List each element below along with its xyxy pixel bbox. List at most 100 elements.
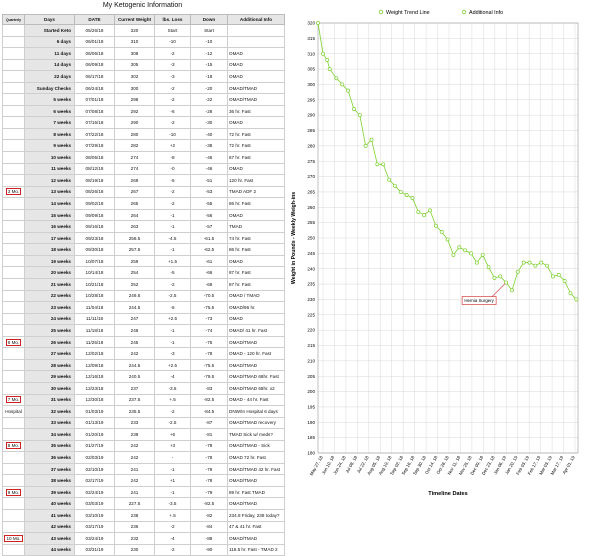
data-point: [562, 279, 567, 283]
table-cell: [2, 47, 25, 60]
data-point: [375, 162, 380, 167]
table-cell: -28: [190, 104, 228, 118]
y-tick-label: 185: [307, 435, 315, 440]
table-cell: [2, 278, 25, 291]
column-header: lbs. Loss: [154, 14, 191, 25]
table-cell: +1: [154, 474, 191, 487]
table-cell: 10 weeks: [24, 151, 75, 164]
table-cell: 01/13/19: [74, 416, 115, 430]
table-cell: OMAD - 44 hr. Fast: [227, 393, 285, 407]
table-cell: OMAD/96 hr.: [227, 301, 285, 314]
table-cell: -15: [190, 58, 228, 72]
table-cell: OMAD: [227, 58, 285, 72]
table-cell: 33 weeks: [24, 416, 75, 430]
y-tick-label: 215: [307, 343, 315, 348]
table-cell: 38 weeks: [24, 474, 75, 487]
column-header: Additional Info: [227, 14, 285, 25]
table-cell: 247: [114, 312, 155, 326]
table-cell: 25 weeks: [24, 324, 75, 337]
y-tick-label: 315: [307, 36, 315, 41]
y-tick-label: 210: [307, 358, 315, 363]
table-cell: -46: [190, 162, 228, 176]
table-cell: -57: [190, 220, 228, 233]
table-cell: 05/26/18: [74, 24, 115, 37]
table-row: 34 weeks 01/20/19 239 +6 -81 TMAD Sick w/ med…: [2, 428, 285, 441]
table-cell: 30 weeks: [24, 381, 75, 395]
column-header: Days: [24, 14, 75, 25]
table-cell: OMAD/ 41 hr. Fast: [227, 324, 285, 337]
data-point: [469, 251, 473, 256]
table-cell: -8: [154, 151, 191, 164]
table-cell: 29 weeks: [24, 370, 75, 383]
table-cell: 257.5: [114, 243, 155, 256]
table-cell: OMAD: [227, 70, 285, 83]
table-cell: 07/22/18: [74, 127, 115, 141]
table-cell: 8 weeks: [24, 127, 75, 141]
table-cell: [2, 162, 25, 176]
table-row: 14 weeks 09/02/18 265 -2 -55 86 hr. Fast: [2, 197, 285, 210]
table-cell: OMAD: [227, 312, 285, 326]
table-row: 22 weeks 10/28/18 249.5 -2.5 -70.5 OMAD / TMA…: [2, 289, 285, 303]
table-cell: -3: [154, 347, 191, 360]
table-cell: OMAD / TMAD: [227, 289, 285, 303]
y-tick-label: 240: [307, 266, 315, 271]
table-cell: 22 days: [24, 70, 75, 83]
table-cell: -82: [190, 508, 228, 522]
table-cell: 241: [114, 462, 155, 476]
table-row: 30 weeks 12/23/18 237 -3.5 -83 OMAD/TMAD 68hr…: [2, 381, 285, 395]
data-point: [463, 248, 468, 253]
table-cell: 235.5: [114, 405, 155, 418]
table-cell: 23 weeks: [24, 301, 75, 314]
table-cell: OMAD/TMAD: [227, 335, 285, 349]
data-point: [325, 57, 330, 62]
table-cell: 12/02/18: [74, 347, 115, 360]
data-point: [574, 297, 579, 302]
data-point: [369, 137, 374, 142]
table-cell: 12/09/18: [74, 358, 115, 372]
table-row: 11 days 06/06/18 308 -2 -12 OMAD: [2, 47, 285, 60]
table-cell: 47 & 41 hr. Fast: [227, 520, 285, 534]
table-cell: 37 weeks: [24, 462, 75, 476]
table-cell: 274: [114, 162, 155, 176]
y-tick-label: 300: [307, 82, 315, 87]
legend-marker: [378, 9, 384, 15]
y-tick-label: 260: [307, 205, 315, 210]
table-cell: 242: [114, 451, 155, 464]
data-point: [445, 237, 450, 242]
table-row: 24 weeks 11/11/18 247 +2.5 -73 OMAD: [2, 312, 285, 326]
table-cell: -40: [190, 127, 228, 141]
table-cell: 72 hr. Fast: [227, 139, 285, 152]
table-cell: 11 weeks: [24, 162, 75, 176]
sheet-title: My Ketogenic Information: [102, 2, 183, 9]
table-cell: 242: [114, 439, 155, 453]
table-row: 27 weeks 12/02/18 242 -3 -78 OMAD - 120 hr. F…: [2, 347, 285, 360]
table-cell: [2, 220, 25, 233]
table-row: 8 Mo. 35 weeks 01/27/19 242 +3 -78 OMAD/TMAD -…: [2, 439, 285, 453]
table-cell: DNW/In Hospital 6 days: [227, 405, 285, 418]
table-cell: 86 hr. Fast: [227, 243, 285, 256]
table-cell: 06/24/18: [74, 81, 115, 95]
table-row: 7 weeks 07/15/18 290 -2 -30 OMAD: [2, 116, 285, 129]
y-axis-label: Weight in Pounds - Weekly Weigh-ins: [291, 192, 297, 284]
table-cell: -3.5: [154, 381, 191, 395]
table-cell: -46: [190, 151, 228, 164]
table-cell: -18: [190, 70, 228, 83]
y-tick-label: 195: [307, 405, 315, 410]
data-point: [433, 223, 438, 228]
table-cell: +.5: [154, 393, 191, 407]
data-point: [381, 162, 386, 167]
table-cell: [2, 347, 25, 360]
table-row: 36 weeks 02/03/19 242- -78 OMAD 72 hr. Fast: [2, 451, 285, 464]
table-cell: 41 weeks: [24, 508, 75, 522]
table-cell: 20 weeks: [24, 266, 75, 280]
table-cell: Started Keto: [24, 24, 75, 37]
table-cell: 12/16/18: [74, 370, 115, 383]
table-cell: 06/09/18: [74, 58, 115, 72]
table-cell: OMAD/TMAD 42 hr. Fast: [227, 462, 285, 476]
table-cell: 14 weeks: [24, 197, 75, 210]
table-row: 23 weeks 11/04/18 244.5 -5 -75.5 OMAD/96 hr.: [2, 301, 285, 314]
table-cell: 31 weeks: [24, 393, 75, 407]
table-cell: [227, 35, 285, 49]
data-point: [533, 263, 538, 268]
table-cell: 01/03/19: [74, 405, 115, 418]
